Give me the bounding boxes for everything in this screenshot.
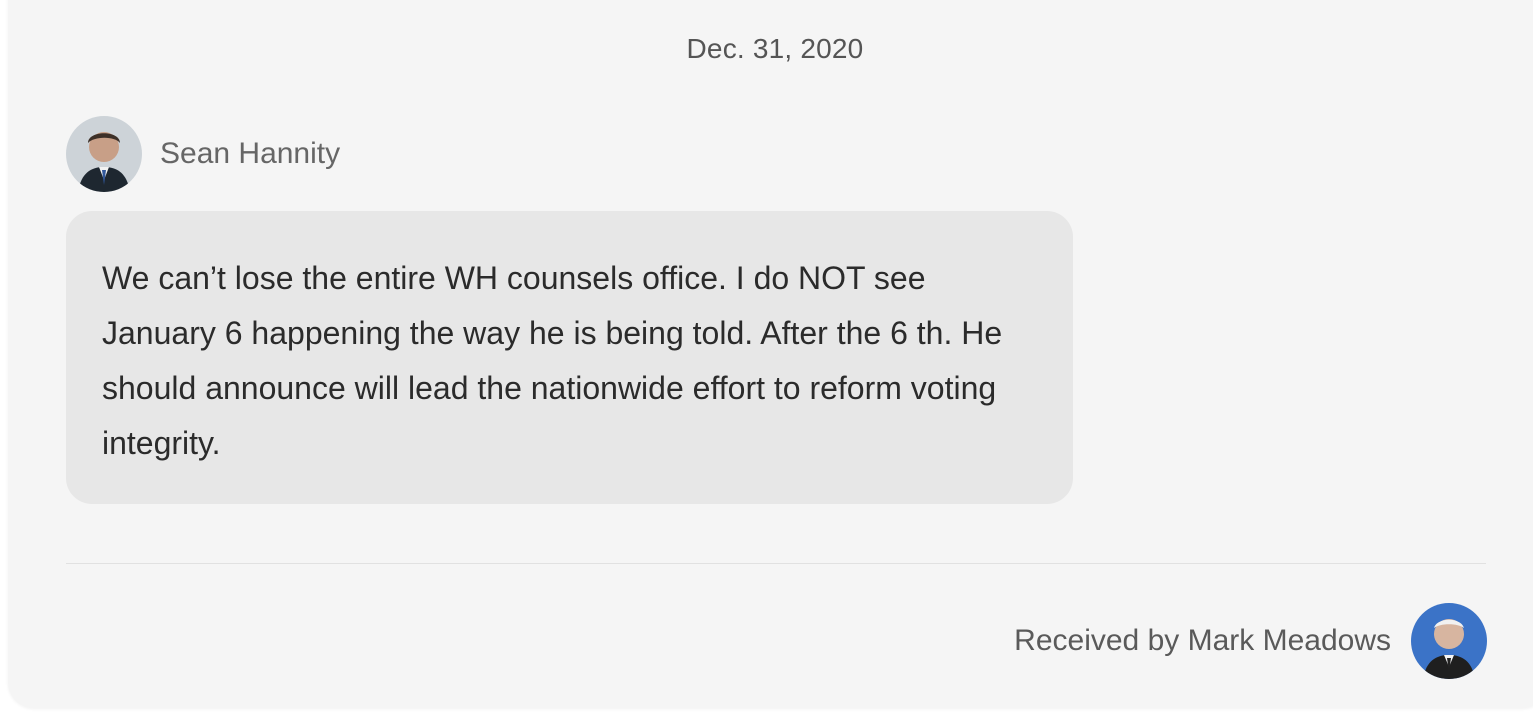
receiver-label: Received by Mark Meadows (1014, 624, 1391, 657)
sender-avatar (66, 116, 142, 192)
divider (66, 563, 1486, 564)
message-text: We can’t lose the entire WH counsels off… (102, 260, 1003, 461)
receiver-row: Received by Mark Meadows (1014, 603, 1487, 679)
sender-name: Sean Hannity (160, 137, 341, 170)
sender-row: Sean Hannity (66, 116, 340, 192)
receiver-avatar (1411, 603, 1487, 679)
message-bubble: We can’t lose the entire WH counsels off… (66, 211, 1073, 504)
message-date: Dec. 31, 2020 (686, 33, 864, 64)
